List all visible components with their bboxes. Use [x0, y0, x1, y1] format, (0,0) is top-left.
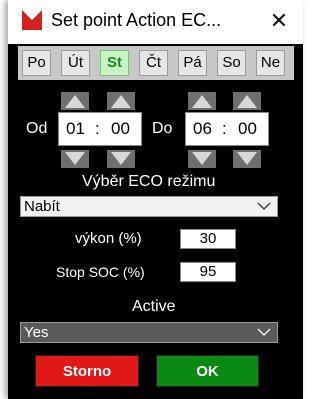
day-tab[interactable]: Po: [22, 50, 51, 76]
day-tab[interactable]: St: [100, 50, 129, 76]
close-icon[interactable]: ✕: [264, 6, 294, 36]
from-minute[interactable]: 00: [111, 113, 130, 145]
to-hour-up-arrow-icon[interactable]: [188, 92, 216, 110]
day-selector: Po Út St Čt Pá So Ne: [18, 46, 294, 80]
window-title: Set point Action EC...: [51, 10, 222, 30]
from-minute-down-arrow-icon[interactable]: [107, 150, 135, 168]
active-label: Active: [132, 298, 176, 315]
chevron-down-icon: [257, 328, 271, 337]
ok-button[interactable]: OK: [156, 355, 259, 387]
stop-soc-label: Stop SOC (%): [56, 264, 145, 280]
logo-icon: [22, 10, 42, 30]
to-label: Do: [152, 120, 173, 137]
from-time-field[interactable]: 01 : 00: [58, 112, 142, 146]
day-tab[interactable]: Út: [61, 50, 90, 76]
eco-mode-value: Nabít: [24, 198, 60, 215]
to-separator: :: [222, 119, 227, 138]
from-separator: :: [95, 119, 100, 138]
from-minute-up-arrow-icon[interactable]: [107, 92, 135, 110]
power-input[interactable]: 30: [180, 229, 236, 249]
from-label: Od: [26, 120, 48, 137]
day-tab[interactable]: Čt: [139, 50, 168, 76]
to-minute[interactable]: 00: [238, 113, 257, 145]
day-tab[interactable]: Ne: [256, 50, 285, 76]
title-bar: Set point Action EC... ✕: [8, 0, 303, 44]
day-tab[interactable]: So: [217, 50, 246, 76]
to-hour-down-arrow-icon[interactable]: [188, 150, 216, 168]
from-hour-down-arrow-icon[interactable]: [61, 150, 89, 168]
eco-mode-label: Výběr ECO režimu: [82, 173, 216, 190]
stop-soc-input[interactable]: 95: [180, 262, 236, 282]
cancel-button[interactable]: Storno: [35, 355, 139, 387]
from-hour-up-arrow-icon[interactable]: [61, 92, 89, 110]
active-value: Yes: [24, 324, 49, 341]
eco-mode-select[interactable]: Nabít: [20, 196, 278, 217]
day-tab[interactable]: Pá: [178, 50, 207, 76]
from-hour[interactable]: 01: [66, 113, 85, 145]
to-minute-down-arrow-icon[interactable]: [233, 150, 261, 168]
dialog-window: Set point Action EC... ✕ Po Út St Čt Pá So Ne …: [8, 0, 303, 399]
active-select[interactable]: Yes: [20, 322, 278, 343]
to-time-field[interactable]: 06 : 00: [185, 112, 269, 146]
power-label: výkon (%): [75, 230, 142, 247]
to-minute-up-arrow-icon[interactable]: [233, 92, 261, 110]
chevron-down-icon: [257, 202, 271, 211]
to-hour[interactable]: 06: [193, 113, 212, 145]
